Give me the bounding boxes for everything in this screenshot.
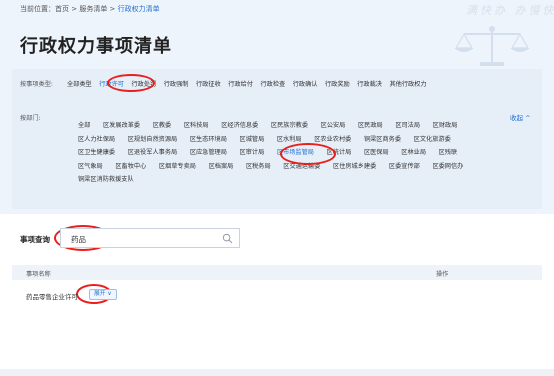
type-filter-row: 按事项类型: 全部类型 行政许可 行政处罚 行政强制 行政征收 行政给付 行政检… xyxy=(20,78,434,88)
type-filter-penalty[interactable]: 行政处罚 xyxy=(132,79,157,88)
search-input-value: 药品 xyxy=(71,235,86,244)
search-input[interactable]: 药品 xyxy=(60,228,240,248)
type-filter-other[interactable]: 其他行政权力 xyxy=(390,79,427,88)
breadcrumb-prefix: 当前位置： xyxy=(20,5,55,13)
column-header-operation: 操作 xyxy=(436,271,449,278)
type-filter-payment[interactable]: 行政给付 xyxy=(228,79,253,88)
type-filter-levy[interactable]: 行政征收 xyxy=(196,79,221,88)
dept-row: 区气象局 区畜牧中心 区烟草专卖局 区档案局 区税务局 区交通运输委 区住房城乡… xyxy=(78,153,508,170)
dept-item[interactable]: 区住房城乡建委 xyxy=(333,163,376,170)
breadcrumb-separator: > xyxy=(107,5,118,13)
type-filter-licensing[interactable]: 行政许可 xyxy=(99,79,124,88)
type-filter-label: 按事项类型: xyxy=(20,80,54,88)
dept-item[interactable]: 区委宣传部 xyxy=(389,163,420,170)
column-header-name: 事项名称 xyxy=(26,271,51,278)
type-filter-inspection[interactable]: 行政检查 xyxy=(261,79,286,88)
breadcrumb-services-link[interactable]: 服务清单 xyxy=(79,5,107,13)
breadcrumb-separator: > xyxy=(69,5,80,13)
dept-item[interactable]: 铜梁区消防救援支队 xyxy=(78,176,134,183)
breadcrumb-current: 行政权力清单 xyxy=(117,5,160,13)
dept-item[interactable]: 区档案局 xyxy=(209,163,234,170)
type-filter-all[interactable]: 全部类型 xyxy=(67,79,92,88)
dept-item[interactable]: 区税务局 xyxy=(246,163,271,170)
dept-row: 区人力社保局 区规划自然资源局 区生态环境局 区城管局 区水利局 区农业农村委 … xyxy=(78,126,508,143)
dept-item[interactable]: 区烟草专卖局 xyxy=(159,163,196,170)
collapse-toggle[interactable]: 收起 ^ xyxy=(510,112,531,122)
dept-item[interactable]: 区委网信办 xyxy=(432,163,463,170)
dept-filter-list: 全部 区发展改革委 区教委 区科技局 区经济信息委 区民族宗教委 区公安局 区民… xyxy=(78,112,508,183)
dept-row: 全部 区发展改革委 区教委 区科技局 区经济信息委 区民族宗教委 区公安局 区民… xyxy=(78,112,508,129)
breadcrumb-home-link[interactable]: 首页 xyxy=(55,5,69,13)
type-filter-confirmation[interactable]: 行政确认 xyxy=(293,79,318,88)
page-title: 行政权力事项清单 xyxy=(20,36,172,57)
table-row-name[interactable]: 药品零售企业许可 xyxy=(26,291,78,301)
search-icon[interactable] xyxy=(222,233,233,244)
dept-filter-label: 按部门: xyxy=(20,115,41,122)
dept-row: 区卫生健康委 区退役军人事务局 区应急管理局 区审计局 区市场监管局 区统计局 … xyxy=(78,139,508,156)
results-table-header: 事项名称 操作 xyxy=(12,265,542,280)
type-filter-ruling[interactable]: 行政裁决 xyxy=(357,79,382,88)
slogan-watermark: 满快办 办慢快 xyxy=(466,4,554,17)
footer-strip xyxy=(0,369,554,376)
scales-of-justice-icon xyxy=(454,26,530,66)
expand-button[interactable]: 展开 ∨ xyxy=(89,289,117,300)
type-filter-award[interactable]: 行政奖励 xyxy=(325,79,350,88)
type-filter-enforcement[interactable]: 行政强制 xyxy=(164,79,189,88)
dept-item[interactable]: 区交通运输委 xyxy=(283,163,320,170)
search-label: 事项查询 xyxy=(20,235,50,244)
breadcrumb: 当前位置：首页 > 服务清单 > 行政权力清单 xyxy=(20,4,160,14)
